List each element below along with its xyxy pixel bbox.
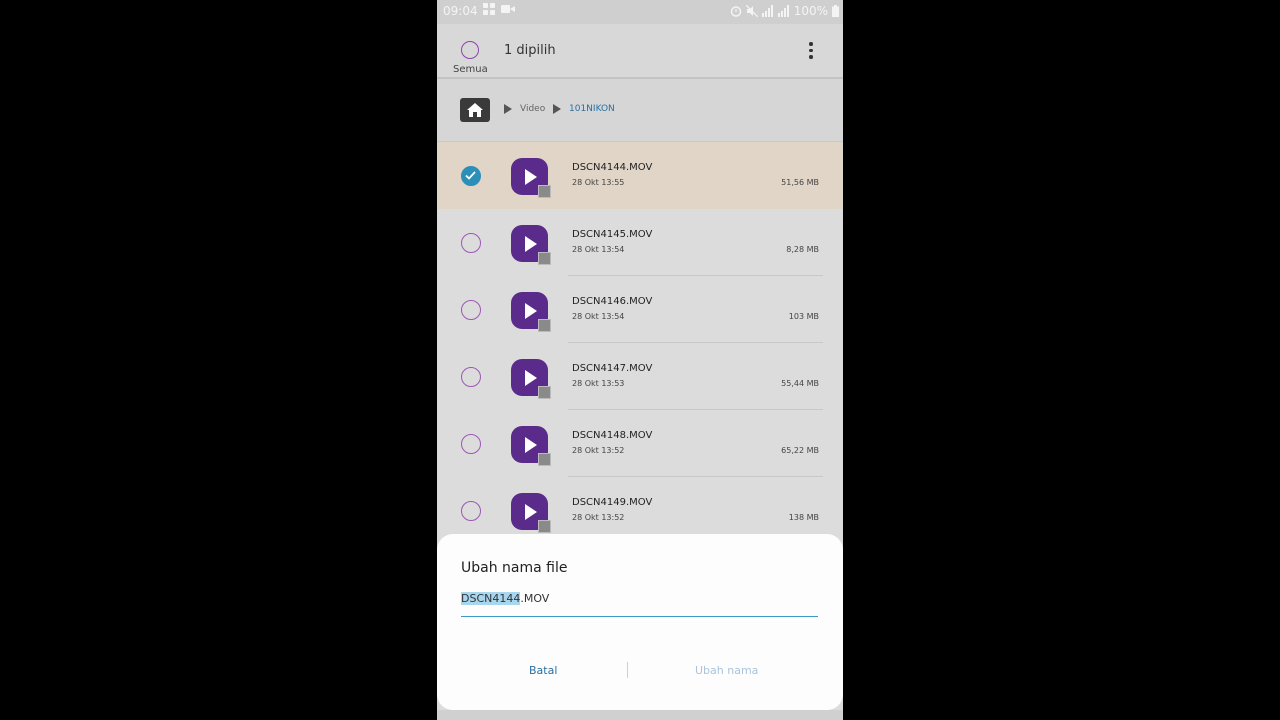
more-options-icon[interactable]	[807, 42, 815, 60]
cancel-button[interactable]: Batal	[529, 664, 557, 677]
alarm-icon	[730, 5, 742, 17]
file-date: 28 Okt 13:54	[572, 245, 625, 254]
row-checkbox[interactable]	[461, 501, 481, 521]
rename-dialog: Ubah nama file DSCN4144.MOV Batal Ubah n…	[437, 534, 843, 710]
row-checkbox[interactable]	[461, 233, 481, 253]
file-row[interactable]: DSCN4148.MOV 28 Okt 13:52 65,22 MB	[437, 410, 843, 477]
filename-input-extension: .MOV	[520, 592, 550, 605]
button-divider	[627, 662, 628, 678]
battery-percent: 100%	[793, 4, 828, 18]
file-name: DSCN4146.MOV	[572, 296, 653, 307]
status-time: 09:04	[443, 4, 478, 18]
signal2-icon	[777, 5, 790, 17]
file-name: DSCN4149.MOV	[572, 497, 653, 508]
home-icon[interactable]	[460, 98, 490, 122]
dialog-title: Ubah nama file	[461, 560, 568, 576]
bottom-strip	[437, 710, 843, 720]
select-all-checkbox[interactable]	[461, 41, 479, 59]
status-bar: 09:04 100%	[437, 0, 843, 24]
breadcrumb-item-current[interactable]: 101NIKON	[569, 104, 615, 114]
file-row[interactable]: DSCN4147.MOV 28 Okt 13:53 55,44 MB	[437, 343, 843, 410]
file-date: 28 Okt 13:52	[572, 513, 625, 522]
breadcrumb-arrow-icon	[553, 104, 561, 114]
file-row[interactable]: DSCN4145.MOV 28 Okt 13:54 8,28 MB	[437, 209, 843, 276]
file-size: 55,44 MB	[781, 379, 819, 388]
file-size: 103 MB	[788, 312, 819, 321]
row-checkbox[interactable]	[461, 300, 481, 320]
file-size: 51,56 MB	[781, 178, 819, 187]
video-file-icon	[511, 493, 551, 533]
mute-icon	[745, 4, 759, 18]
row-checkbox[interactable]	[461, 434, 481, 454]
selection-header: Semua 1 dipilih	[437, 24, 843, 79]
file-date: 28 Okt 13:54	[572, 312, 625, 321]
file-size: 138 MB	[788, 513, 819, 522]
breadcrumb-arrow-icon	[504, 104, 512, 114]
video-file-icon	[511, 426, 551, 466]
file-date: 28 Okt 13:53	[572, 379, 625, 388]
row-checkbox[interactable]	[461, 367, 481, 387]
file-row[interactable]: DSCN4146.MOV 28 Okt 13:54 103 MB	[437, 276, 843, 343]
row-checkbox[interactable]	[461, 166, 481, 186]
file-name: DSCN4147.MOV	[572, 363, 653, 374]
file-name: DSCN4145.MOV	[572, 229, 653, 240]
file-date: 28 Okt 13:55	[572, 178, 625, 187]
signal-icon	[761, 5, 774, 17]
breadcrumb-item-video[interactable]: Video	[520, 104, 545, 114]
phone-screen: 09:04 100% Semua 1 dipilih Video 101NIKO…	[437, 0, 843, 720]
file-date: 28 Okt 13:52	[572, 446, 625, 455]
filename-input[interactable]: DSCN4144.MOV	[461, 592, 818, 617]
grid-icon	[483, 3, 495, 15]
video-file-icon	[511, 225, 551, 265]
rename-button[interactable]: Ubah nama	[695, 664, 758, 677]
file-name: DSCN4144.MOV	[572, 162, 653, 173]
file-row[interactable]: DSCN4144.MOV 28 Okt 13:55 51,56 MB	[437, 142, 843, 209]
file-name: DSCN4148.MOV	[572, 430, 653, 441]
file-size: 65,22 MB	[781, 446, 819, 455]
filename-input-selection: DSCN4144	[461, 592, 521, 605]
video-file-icon	[511, 359, 551, 399]
selected-count: 1 dipilih	[504, 43, 556, 58]
file-size: 8,28 MB	[786, 245, 819, 254]
video-file-icon	[511, 158, 551, 198]
select-all-label: Semua	[453, 64, 488, 75]
battery-icon	[832, 5, 839, 17]
breadcrumb: Video 101NIKON	[437, 79, 843, 142]
video-record-icon	[501, 3, 515, 15]
video-file-icon	[511, 292, 551, 332]
